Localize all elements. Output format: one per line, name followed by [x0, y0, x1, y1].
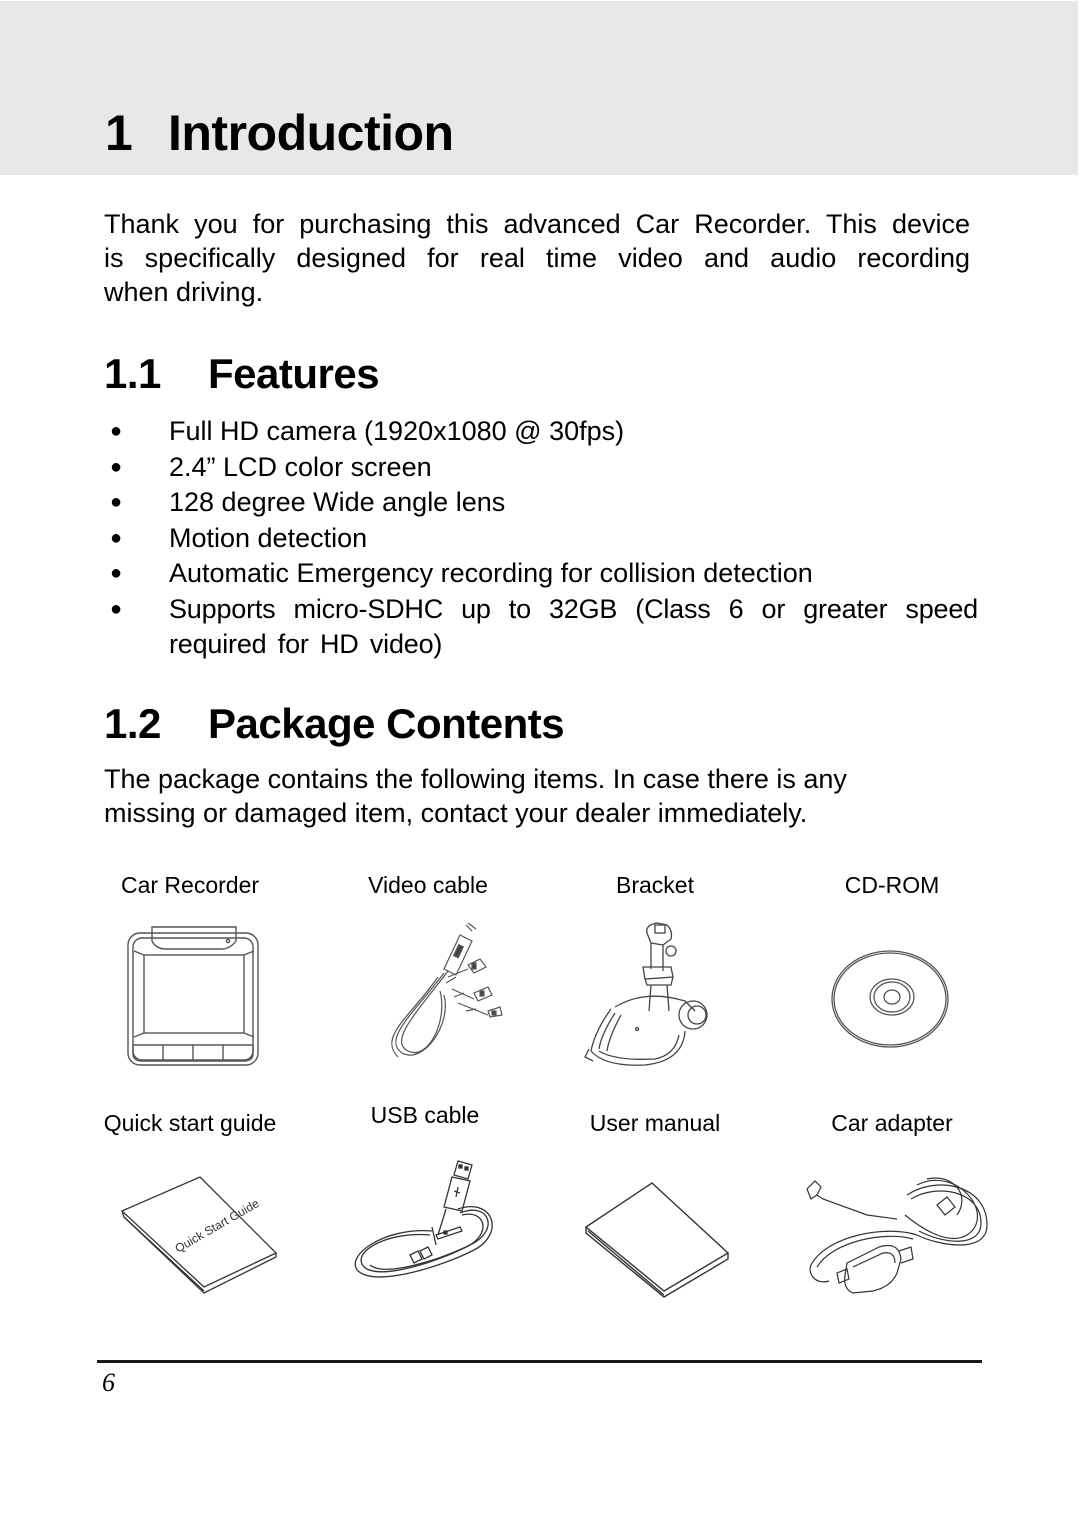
package-number: 1.2	[104, 700, 161, 747]
quick-start-guide-icon: Quick Start Guide	[120, 1176, 278, 1294]
package-description: The package contains the following items…	[104, 762, 924, 830]
bullet-icon: ●	[110, 455, 123, 478]
package-item-usb-cable: USB cable	[305, 1102, 545, 1301]
intro-line: is specifically designed for real time v…	[104, 243, 970, 273]
package-title: Package Contents	[208, 700, 565, 747]
intro-line: Thank you for purchasing this advanced C…	[104, 209, 970, 239]
feature-item: ● Automatic Emergency recording for colli…	[104, 556, 978, 592]
package-item-label: Video cable	[368, 872, 488, 898]
package-item-bracket: Bracket	[535, 872, 775, 1071]
bullet-icon: ●	[110, 491, 123, 513]
video-cable-icon	[391, 922, 503, 1058]
package-description-line: missing or damaged item, contact your de…	[104, 798, 808, 828]
chapter-title: 1 Introduction	[105, 104, 454, 162]
footer-rule	[97, 1360, 982, 1363]
package-heading: 1.2 Package Contents	[104, 700, 565, 748]
bullet-icon: ●	[110, 420, 123, 442]
bullet-icon: ●	[110, 526, 123, 549]
package-item-cd-rom: CD-ROM	[772, 872, 1012, 1071]
package-item-label: CD-ROM	[844, 872, 940, 898]
intro-paragraph: Thank you for purchasing this advanced C…	[104, 207, 970, 309]
car-recorder-icon	[127, 926, 259, 1066]
package-item-label: Quick start guide	[103, 1110, 277, 1136]
package-item-car-adapter: Car adapter	[772, 1110, 1012, 1305]
features-list: ● Full HD camera (1920x1080 @ 30fps) ● 2.4…	[104, 414, 978, 663]
usb-cable-icon	[354, 1160, 493, 1278]
intro-line: when driving.	[104, 277, 264, 307]
chapter-title-text: Introduction	[168, 105, 454, 161]
bracket-icon	[584, 922, 708, 1066]
package-item-label: Bracket	[616, 872, 694, 898]
bullet-icon: ●	[110, 597, 123, 620]
chapter-number: 1	[105, 105, 133, 161]
page-number: 6	[102, 1368, 115, 1397]
features-heading: 1.1 Features	[104, 350, 380, 398]
package-item-video-cable: Video cable	[308, 872, 548, 1071]
package-item-label: User manual	[589, 1110, 721, 1136]
bullet-icon: ●	[110, 562, 123, 584]
package-item-quick-start-guide: Quick start guide Quick Start Guide	[70, 1110, 310, 1305]
feature-item: ● 128 degree Wide angle lens	[104, 485, 978, 521]
package-item-user-manual: User manual	[535, 1110, 775, 1305]
package-description-line: The package contains the following items…	[104, 764, 847, 794]
feature-item: ● Full HD camera (1920x1080 @ 30fps)	[104, 414, 978, 450]
feature-item: ● 2.4” LCD color screen	[104, 450, 978, 486]
package-item-car-recorder: Car Recorder	[70, 872, 310, 1071]
cd-rom-icon	[831, 950, 949, 1048]
car-adapter-icon	[806, 1177, 988, 1294]
features-number: 1.1	[104, 350, 161, 397]
package-item-label: Car Recorder	[120, 872, 260, 898]
features-title: Features	[208, 350, 380, 397]
feature-item: ● Motion detection	[104, 521, 978, 557]
package-item-label: Car adapter	[831, 1110, 953, 1136]
feature-item: ● Supports micro-SDHC up to 32GB (Class 6…	[110, 593, 978, 660]
package-item-label: USB cable	[370, 1102, 480, 1128]
user-manual-icon	[584, 1182, 730, 1298]
